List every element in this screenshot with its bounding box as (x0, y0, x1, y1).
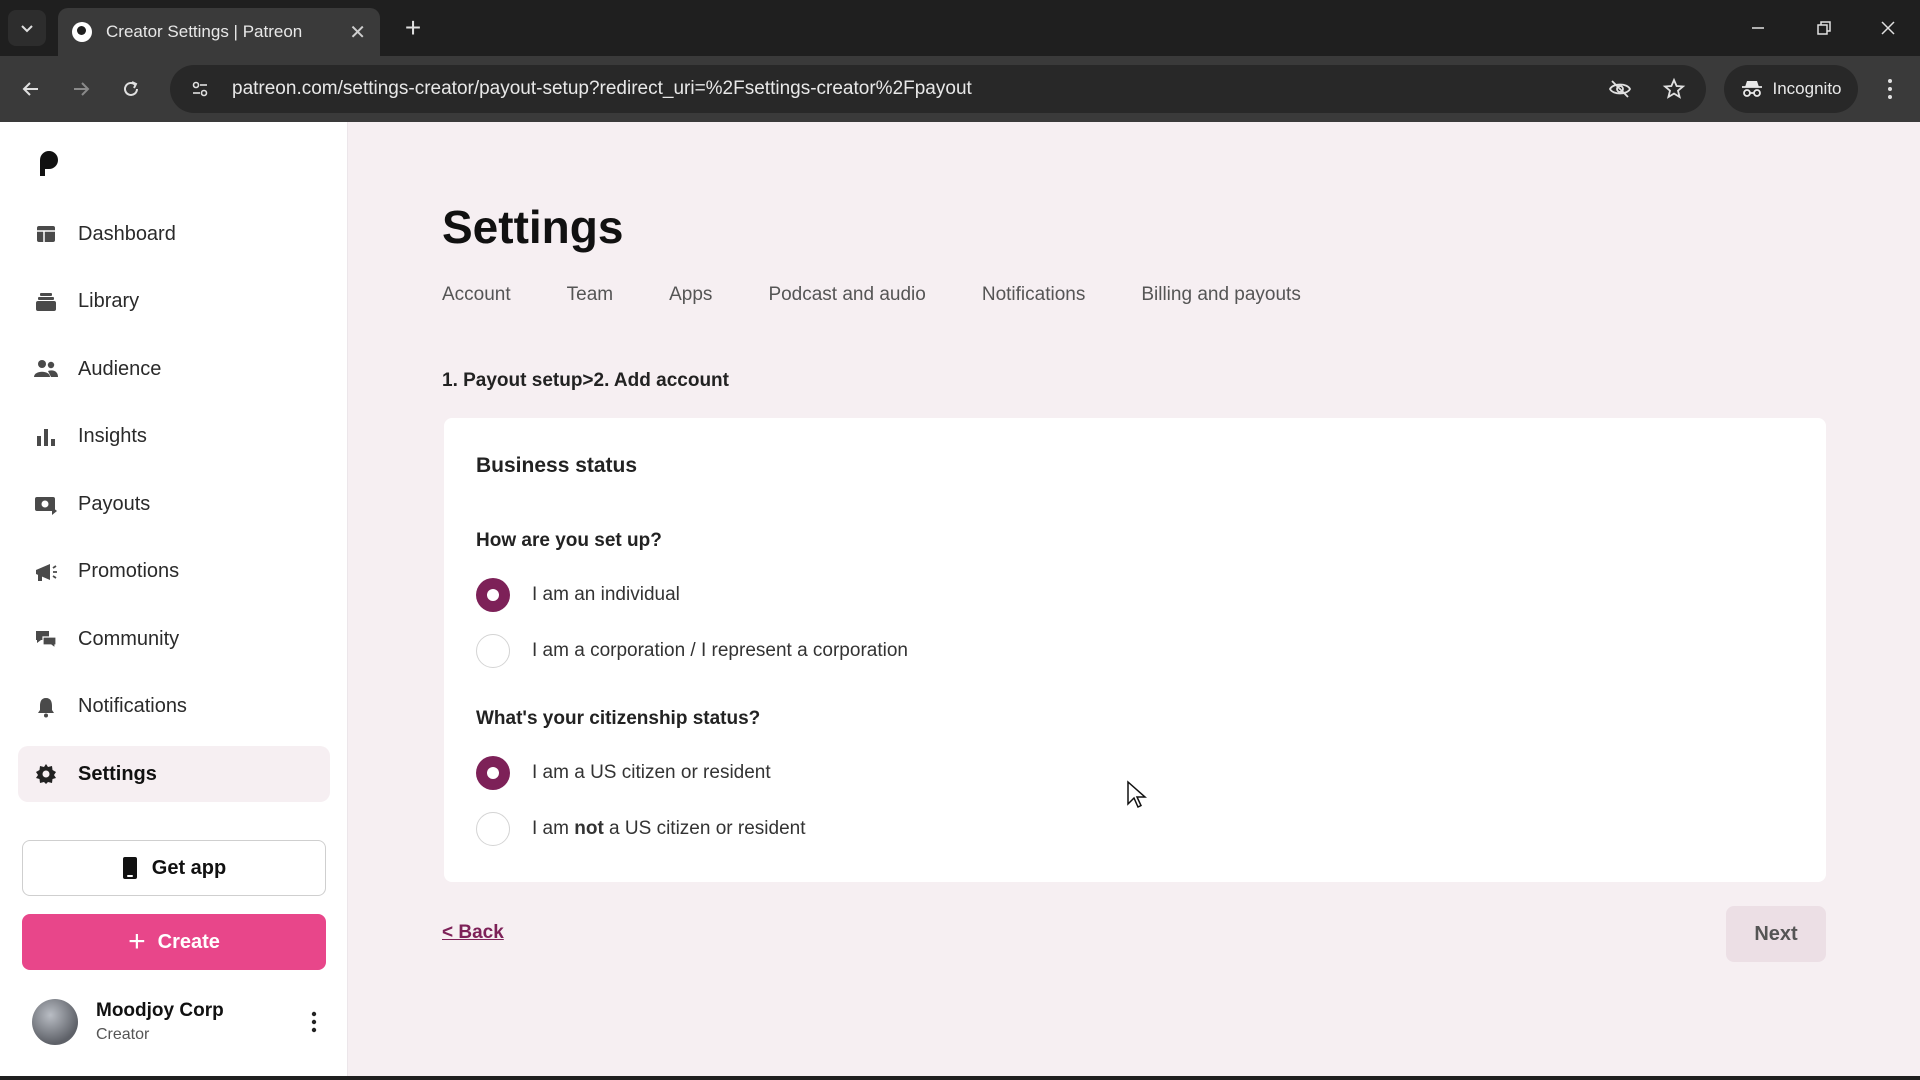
sidebar-item-promotions[interactable]: Promotions (18, 544, 330, 600)
payouts-icon (34, 492, 58, 516)
promotions-icon (34, 560, 58, 584)
option-label: I am an individual (532, 584, 680, 605)
option-us-citizen[interactable]: I am a US citizen or resident (476, 756, 771, 790)
back-arrow-icon[interactable] (12, 70, 50, 108)
bell-icon (34, 695, 58, 719)
audience-icon (34, 357, 58, 381)
get-app-label: Get app (151, 856, 227, 879)
patreon-favicon-icon (72, 22, 92, 42)
mouse-cursor-icon (1127, 780, 1147, 809)
setup-question: How are you set up? (476, 530, 662, 551)
browser-toolbar: patreon.com/settings-creator/payout-setu… (0, 56, 1920, 122)
forward-arrow-icon[interactable] (62, 70, 100, 108)
get-app-button[interactable]: Get app (22, 840, 326, 896)
sidebar-item-label: Audience (78, 357, 162, 380)
community-icon (34, 627, 58, 651)
create-label: Create (157, 930, 220, 953)
sidebar-item-label: Library (78, 290, 140, 312)
insights-icon (34, 425, 58, 449)
reload-icon[interactable] (112, 70, 150, 108)
radio-us-citizen[interactable] (476, 756, 510, 790)
radio-not-us-citizen[interactable] (476, 812, 510, 846)
patreon-logo-icon[interactable] (36, 150, 60, 176)
sidebar-item-label: Dashboard (78, 222, 176, 245)
window-close-icon[interactable] (1868, 10, 1908, 46)
sidebar-item-settings[interactable]: Settings (18, 746, 330, 802)
url-text: patreon.com/settings-creator/payout-setu… (232, 78, 972, 99)
profile-name: Moodjoy Corp (96, 1000, 224, 1021)
sidebar-item-label: Promotions (78, 560, 180, 582)
sidebar-nav: Dashboard Library Audience Insights Payo… (18, 206, 330, 814)
screen-bottom-edge (0, 1076, 1920, 1080)
browser-tab[interactable]: Creator Settings | Patreon ✕ (58, 8, 380, 56)
page-title: Settings (442, 201, 624, 253)
option-not-us-citizen[interactable]: I am not a US citizen or resident (476, 812, 805, 846)
restore-icon[interactable] (1804, 10, 1844, 46)
breadcrumb: 1. Payout setup>2. Add account (442, 370, 729, 391)
sidebar: Dashboard Library Audience Insights Payo… (0, 122, 348, 1080)
plus-icon: + (128, 925, 146, 958)
profile-card[interactable]: Moodjoy Corp Creator (32, 998, 328, 1046)
sidebar-item-label: Insights (78, 425, 147, 447)
citizenship-question: What's your citizenship status? (476, 708, 761, 729)
sidebar-item-library[interactable]: Library (18, 274, 330, 330)
radio-individual[interactable] (476, 578, 510, 612)
option-individual[interactable]: I am an individual (476, 578, 680, 612)
tab-podcast-and-audio[interactable]: Podcast and audio (768, 284, 925, 306)
library-icon (34, 290, 58, 314)
new-tab-button[interactable]: + (396, 12, 430, 46)
address-bar[interactable]: patreon.com/settings-creator/payout-setu… (170, 65, 1706, 113)
dashboard-icon (34, 222, 58, 246)
sidebar-item-label: Notifications (78, 695, 187, 717)
sidebar-item-payouts[interactable]: Payouts (18, 476, 330, 532)
incognito-indicator[interactable]: Incognito (1724, 65, 1858, 113)
back-link[interactable]: < Back (442, 922, 504, 944)
option-label-post: a US citizen or resident (603, 818, 806, 839)
sidebar-item-dashboard[interactable]: Dashboard (18, 206, 330, 262)
tab-notifications[interactable]: Notifications (982, 284, 1086, 306)
chevron-down-icon (21, 25, 33, 33)
sidebar-item-label: Settings (78, 762, 157, 785)
sidebar-item-insights[interactable]: Insights (18, 409, 330, 465)
option-label-emphasis: not (574, 818, 604, 839)
sidebar-item-notifications[interactable]: Notifications (18, 679, 330, 735)
radio-corporation[interactable] (476, 634, 510, 668)
tab-close-icon[interactable]: ✕ (349, 20, 366, 45)
bookmark-star-icon[interactable] (1652, 67, 1696, 111)
more-options-icon[interactable] (300, 1006, 328, 1038)
sidebar-item-label: Payouts (78, 492, 151, 515)
gear-icon (34, 762, 58, 786)
card-title: Business status (476, 454, 638, 477)
option-label-pre: I am (532, 818, 575, 839)
sidebar-item-label: Community (78, 627, 180, 650)
tab-search-button[interactable] (8, 10, 46, 46)
profile-role: Creator (96, 1026, 150, 1043)
tab-apps[interactable]: Apps (669, 284, 712, 306)
browser-tab-bar: Creator Settings | Patreon ✕ + (0, 0, 1920, 56)
option-label: I am a corporation / I represent a corpo… (532, 640, 908, 661)
incognito-label: Incognito (1772, 79, 1842, 98)
phone-icon (122, 857, 137, 879)
tab-title: Creator Settings | Patreon (106, 22, 303, 41)
create-button[interactable]: + Create (22, 914, 326, 970)
tab-account[interactable]: Account (442, 284, 511, 306)
eye-off-icon[interactable] (1598, 67, 1642, 111)
avatar[interactable] (32, 999, 78, 1045)
option-corporation[interactable]: I am a corporation / I represent a corpo… (476, 634, 908, 668)
minimize-icon[interactable] (1738, 10, 1778, 46)
browser-menu-icon[interactable] (1872, 70, 1908, 108)
next-button[interactable]: Next (1726, 906, 1826, 962)
business-status-card: Business status How are you set up? I am… (444, 418, 1826, 882)
sidebar-item-community[interactable]: Community (18, 611, 330, 667)
settings-tabs: Account Team Apps Podcast and audio Noti… (442, 284, 1357, 306)
tab-billing-and-payouts[interactable]: Billing and payouts (1141, 284, 1301, 306)
option-label: I am a US citizen or resident (532, 762, 771, 783)
sidebar-item-audience[interactable]: Audience (18, 341, 330, 397)
site-info-icon[interactable] (176, 65, 224, 113)
option-label: I am not a US citizen or resident (532, 818, 805, 840)
tab-team[interactable]: Team (567, 284, 613, 306)
incognito-icon (1741, 81, 1762, 97)
